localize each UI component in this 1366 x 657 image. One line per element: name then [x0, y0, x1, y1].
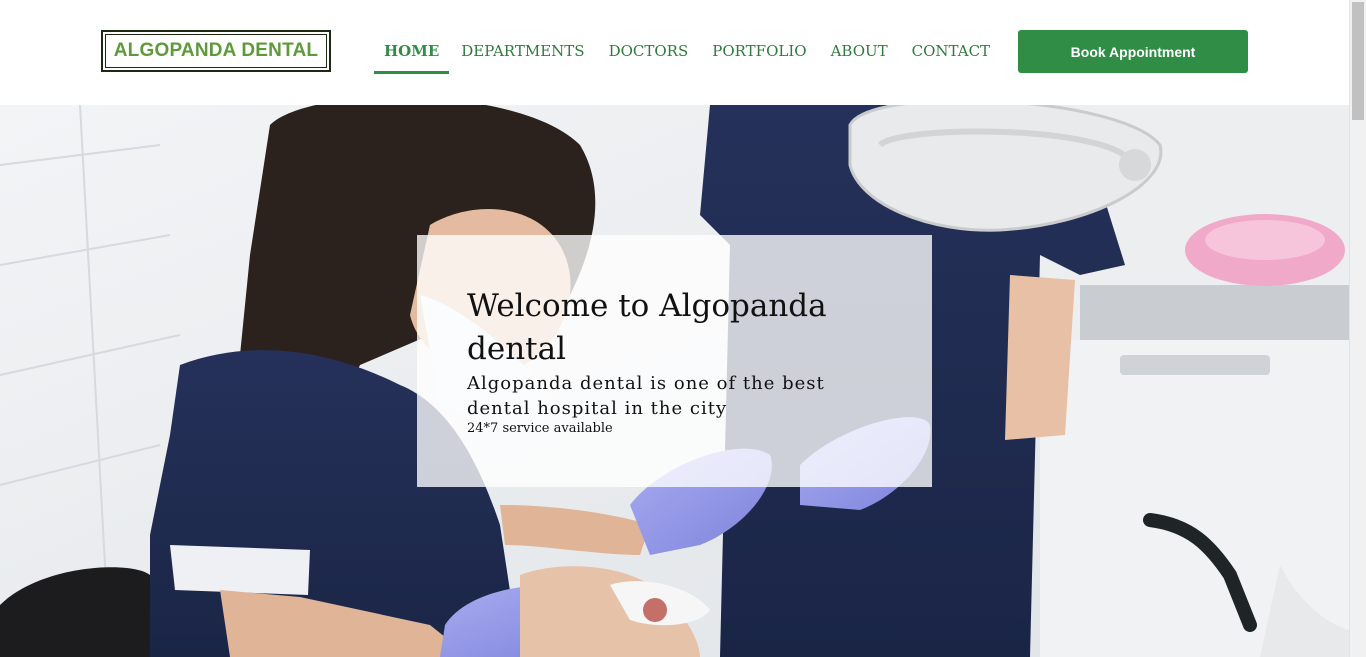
nav-item-contact[interactable]: CONTACT — [900, 30, 1002, 74]
hero-section: Welcome to Algopanda dental Algopanda de… — [0, 105, 1349, 657]
logo[interactable]: ALGOPANDA DENTAL — [101, 30, 331, 72]
main-nav: HOME DEPARTMENTS DOCTORS PORTFOLIO ABOUT… — [374, 30, 1002, 76]
welcome-card: Welcome to Algopanda dental Algopanda de… — [417, 235, 932, 487]
page: ALGOPANDA DENTAL HOME DEPARTMENTS DOCTOR… — [0, 0, 1366, 657]
nav-item-doctors[interactable]: DOCTORS — [597, 30, 701, 74]
nav-item-portfolio[interactable]: PORTFOLIO — [700, 30, 818, 74]
nav-item-departments[interactable]: DEPARTMENTS — [449, 30, 596, 74]
vertical-scrollbar[interactable] — [1349, 0, 1366, 657]
logo-text: ALGOPANDA DENTAL — [105, 34, 327, 68]
site-header: ALGOPANDA DENTAL HOME DEPARTMENTS DOCTOR… — [0, 0, 1349, 105]
hero-service-note: 24*7 service available — [467, 421, 613, 436]
nav-item-about[interactable]: ABOUT — [819, 30, 900, 74]
scrollbar-thumb[interactable] — [1352, 2, 1364, 120]
hero-subtitle: Algopanda dental is one of the best dent… — [467, 373, 825, 419]
nav-item-home[interactable]: HOME — [374, 30, 450, 74]
hero-title: Welcome to Algopanda dental — [467, 288, 827, 367]
book-appointment-button[interactable]: Book Appointment — [1018, 30, 1248, 73]
